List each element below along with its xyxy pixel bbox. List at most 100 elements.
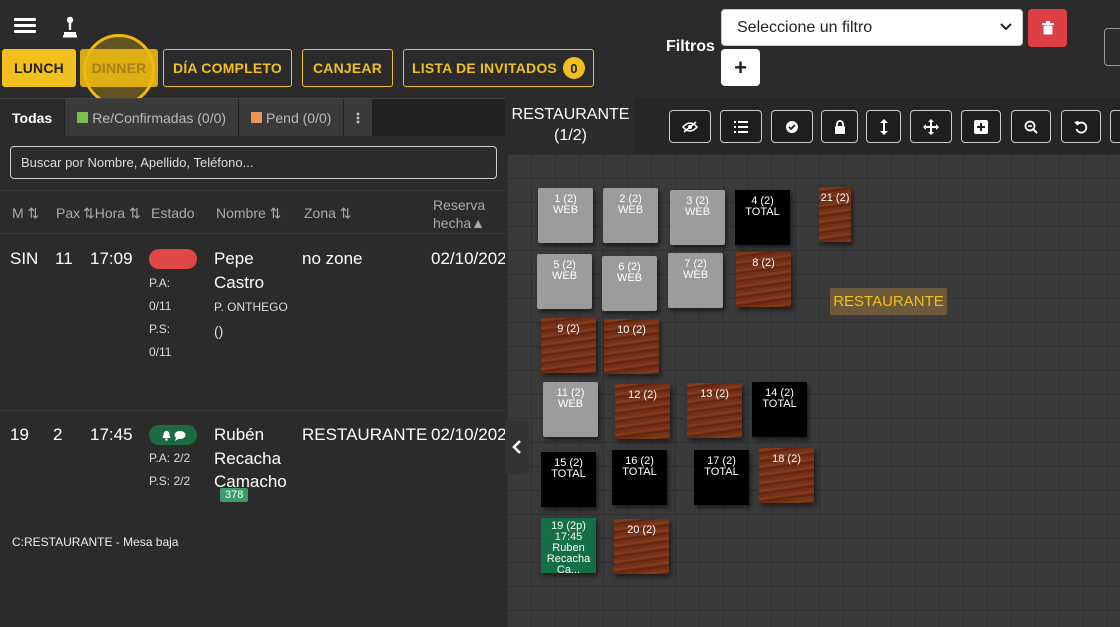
col-estado: Estado [151,205,195,221]
status-badge[interactable] [149,425,197,445]
row-pa-value: 0/11 [149,299,172,313]
table-10[interactable]: 10 (2) [604,319,659,374]
row-ps-value: 0/11 [149,345,172,359]
col-zona[interactable]: Zona ⇅ [304,205,352,222]
zoom-out-button[interactable] [1011,110,1051,143]
filter-select[interactable]: Seleccione un filtro [721,9,1023,46]
chat-bubble-icon [174,430,185,441]
lunch-button[interactable]: LUNCH [2,49,76,87]
collapse-panel-button[interactable] [505,420,529,474]
table-20[interactable]: 20 (2) [614,519,669,574]
table-11[interactable]: 11 (2) WEB [543,382,598,437]
filtros-label: Filtros [666,38,715,55]
tab-pendientes[interactable]: Pend (0/0) [239,99,345,136]
table-header: M ⇅ Pax ⇅Hora ⇅ Estado Nombre ⇅ Zona ⇅ R… [0,190,505,234]
room-name: RESTAURANTE [511,106,630,123]
lock-button[interactable] [821,110,858,143]
col-hecha[interactable]: hecha▲ [433,215,485,231]
room-title[interactable]: RESTAURANTE (1/2) [507,98,634,154]
table-1[interactable]: 1 (2) WEB [538,188,593,243]
table-19[interactable]: 19 (2p) 17:45 Ruben Recacha Ca... [541,518,596,573]
row-zona: no zone [302,249,363,268]
hamburger-menu-icon[interactable] [14,18,36,36]
row-phone: () [214,323,224,339]
reservations-panel: Todas Re/Confirmadas (0/0) Pend (0/0) Bu… [0,98,505,627]
zone-label[interactable]: RESTAURANTE [830,288,947,315]
guest-count-badge: 0 [562,57,585,79]
move-button[interactable] [910,110,952,143]
row-m: SIN [10,249,39,268]
row-origin: P. ONTHEGO [214,300,288,314]
joystick-icon[interactable] [62,16,78,43]
dinner-button[interactable]: DINNER [80,49,158,87]
row-fecha: 02/10/2024 [431,425,505,444]
row-zona: RESTAURANTE [302,425,428,444]
add-table-button[interactable] [961,110,1001,143]
tab-pendientes-label: Pend (0/0) [266,109,332,126]
search-input[interactable]: Buscar por Nombre, Apellido, Teléfono... [10,146,497,179]
table-5[interactable]: 5 (2) WEB [537,254,592,309]
table-2[interactable]: 2 (2) WEB [603,188,658,243]
add-filter-button[interactable]: + [721,49,760,86]
table-17[interactable]: 17 (2) TOTAL [694,450,749,505]
tabs-more-button[interactable] [344,99,374,136]
col-hora[interactable]: ⇅Hora ⇅ [83,205,141,222]
col-reserva[interactable]: Reserva [433,197,485,213]
row-name-middle: Recacha [214,449,282,468]
col-pax[interactable]: Pax [56,205,80,221]
table-13[interactable]: 13 (2) [687,383,742,438]
plus-square-icon [974,119,988,134]
row-ps: P.S: 2/2 [149,474,191,488]
table-16[interactable]: 16 (2) TOTAL [612,450,667,505]
row-pax: 11 [55,249,73,268]
dia-completo-button[interactable]: DÍA COMPLETO [163,49,292,87]
tab-confirmadas[interactable]: Re/Confirmadas (0/0) [65,99,240,136]
trash-icon [1041,21,1054,35]
orange-square-icon [251,112,263,123]
list-view-button[interactable] [720,110,762,143]
move-arrows-icon [923,118,939,135]
table-15[interactable]: 15 (2) TOTAL [541,452,596,507]
table-3[interactable]: 3 (2) WEB [670,190,725,245]
row-comment: C:RESTAURANTE - Mesa baja [12,535,179,549]
table-6[interactable]: 6 (2) WEB [602,256,657,311]
floor-plan[interactable] [507,154,1120,627]
reset-button[interactable] [1061,110,1101,143]
canjear-button[interactable]: CANJEAR [302,49,393,87]
table-9[interactable]: 9 (2) [541,318,596,373]
cut-off-control[interactable] [1104,28,1120,66]
bell-icon [162,430,170,441]
list-icon [734,120,748,133]
tab-todas-label: Todas [12,109,53,126]
row-hora: 17:45 [90,425,133,444]
row-name-first: Rubén [214,425,265,444]
row-name-first: Pepe [214,249,254,268]
table-7[interactable]: 7 (2) WEB [668,253,723,308]
col-m[interactable]: M ⇅ [12,205,39,222]
row-m: 19 [10,425,29,444]
status-badge[interactable] [149,249,197,269]
tab-confirmadas-label: Re/Confirmadas (0/0) [92,109,227,126]
tab-todas[interactable]: Todas [0,99,66,136]
col-nombre[interactable]: Nombre ⇅ [216,205,281,222]
filter-select-value: Seleccione un filtro [737,18,873,36]
table-21[interactable]: 21 (2) [819,187,851,242]
reservation-row[interactable]: SIN 11 17:09 P.A: 0/11 P.S: 0/11 Pepe Ca… [0,235,505,410]
reservation-id-chip: 378 [220,488,249,502]
more-tools-button[interactable] [1110,110,1120,143]
table-18[interactable]: 18 (2) [759,448,814,503]
table-8[interactable]: 8 (2) [736,252,791,307]
table-14[interactable]: 14 (2) TOTAL [752,382,807,437]
lista-invitados-button[interactable]: LISTA DE INVITADOS 0 [403,49,594,87]
reservation-row[interactable]: 19 2 17:45 P.A: 2/2 P.S: 2/2 Rubén Recac… [0,411,505,586]
table-4[interactable]: 4 (2) TOTAL [735,190,790,245]
confirm-button[interactable] [771,110,813,143]
room-page: (1/2) [554,127,587,144]
resize-vertical-button[interactable] [866,110,901,143]
delete-filter-button[interactable] [1028,9,1067,47]
lock-icon [834,119,845,134]
row-hora: 17:09 [90,249,133,268]
row-pa: P.A: [149,276,171,290]
table-12[interactable]: 12 (2) [615,384,670,439]
toggle-visibility-button[interactable] [669,110,711,143]
